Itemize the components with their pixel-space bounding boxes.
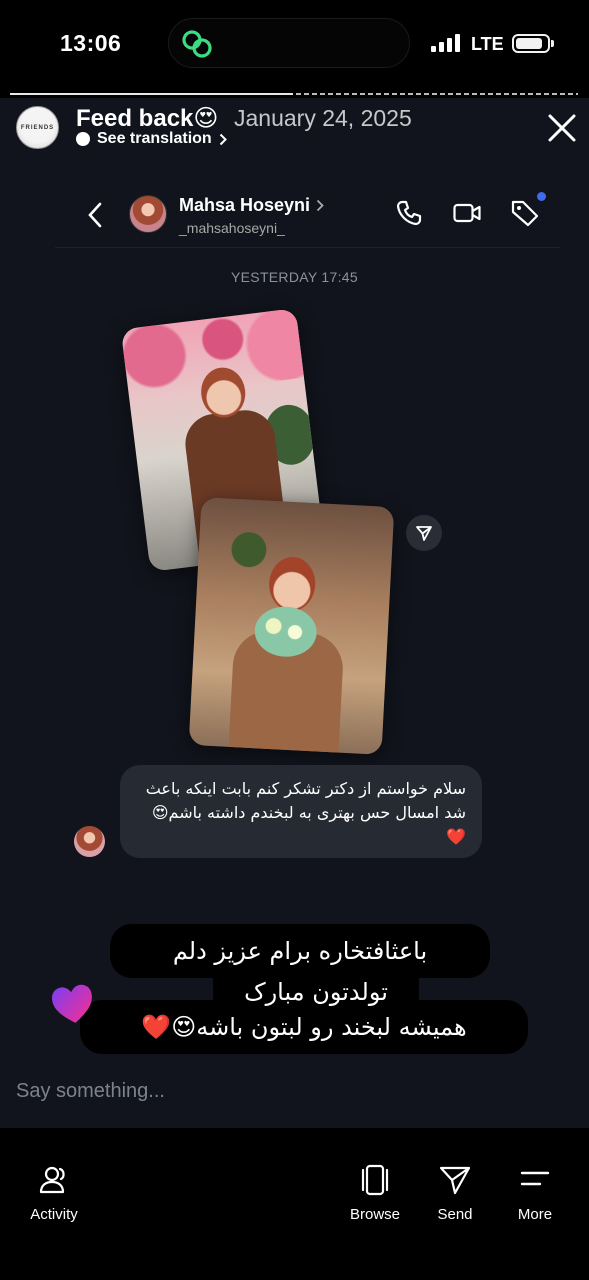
send-icon — [439, 1166, 471, 1195]
signal-icon — [431, 34, 461, 52]
text-sticker-line-2: تولدتون مبارک — [213, 970, 419, 1016]
link-icon — [182, 30, 212, 58]
story-date: January 24, 2025 — [234, 105, 412, 131]
story-progress-segment — [10, 93, 293, 95]
close-icon[interactable] — [545, 111, 579, 145]
network-label: LTE — [471, 34, 504, 54]
dm-avatar[interactable] — [129, 195, 167, 233]
shared-photo-2[interactable] — [188, 497, 395, 755]
send-label: Send — [437, 1206, 473, 1223]
story-content[interactable]: FRIENDS Feed back😍 January 24, 2025 See … — [0, 98, 589, 1128]
dm-name-row[interactable]: Mahsa Hoseyni — [179, 195, 324, 216]
status-bar: 13:06 LTE — [0, 0, 589, 86]
story-avatar[interactable]: FRIENDS — [16, 106, 59, 149]
browse-button[interactable]: Browse — [335, 1164, 415, 1224]
dm-actions — [394, 192, 546, 228]
story-avatar-text: FRIENDS — [20, 124, 55, 131]
battery-icon — [512, 34, 554, 53]
translation-bubble-icon — [76, 132, 90, 146]
message-avatar[interactable] — [74, 826, 105, 857]
activity-label: Activity — [30, 1206, 78, 1223]
menu-icon — [520, 1171, 550, 1186]
tag-icon[interactable] — [510, 192, 546, 228]
more-label: More — [517, 1206, 553, 1223]
activity-button[interactable]: Activity — [14, 1164, 94, 1224]
message-bubble[interactable]: سلام خواستم از دکتر تشکر کنم بابت اینکه … — [120, 765, 482, 858]
see-translation-button[interactable]: See translation — [76, 130, 227, 148]
bottom-nav: Activity Browse Send More — [0, 1128, 589, 1280]
story-progress — [10, 93, 578, 97]
browse-label: Browse — [349, 1206, 401, 1223]
more-button[interactable]: More — [495, 1164, 575, 1224]
dm-handle: _mahsahoseyni_ — [179, 220, 285, 236]
story-header: FRIENDS Feed back😍 January 24, 2025 See … — [0, 98, 589, 158]
chevron-right-icon — [219, 133, 227, 145]
phone-icon[interactable] — [394, 198, 424, 228]
back-chevron-icon[interactable] — [85, 201, 107, 229]
send-button[interactable]: Send — [415, 1164, 495, 1224]
chevron-right-icon — [316, 199, 324, 212]
battery-fill — [516, 38, 542, 49]
heart-icon — [51, 984, 92, 1023]
dm-name: Mahsa Hoseyni — [179, 195, 311, 215]
dynamic-island[interactable] — [168, 18, 410, 68]
share-button[interactable] — [406, 515, 442, 551]
video-call-icon[interactable] — [452, 198, 482, 228]
see-translation-label: See translation — [97, 130, 212, 147]
message-timestamp: YESTERDAY 17:45 — [231, 269, 358, 285]
dm-header: Mahsa Hoseyni _mahsahoseyni_ — [55, 184, 560, 248]
browse-icon — [361, 1164, 389, 1196]
status-time: 13:06 — [60, 30, 122, 56]
reply-input[interactable]: Say something... — [16, 1080, 572, 1110]
story-progress-segment — [295, 93, 578, 95]
notification-dot — [537, 192, 546, 201]
story-title: Feed back😍 — [76, 105, 219, 132]
activity-icon — [39, 1166, 65, 1194]
send-icon — [416, 526, 432, 541]
